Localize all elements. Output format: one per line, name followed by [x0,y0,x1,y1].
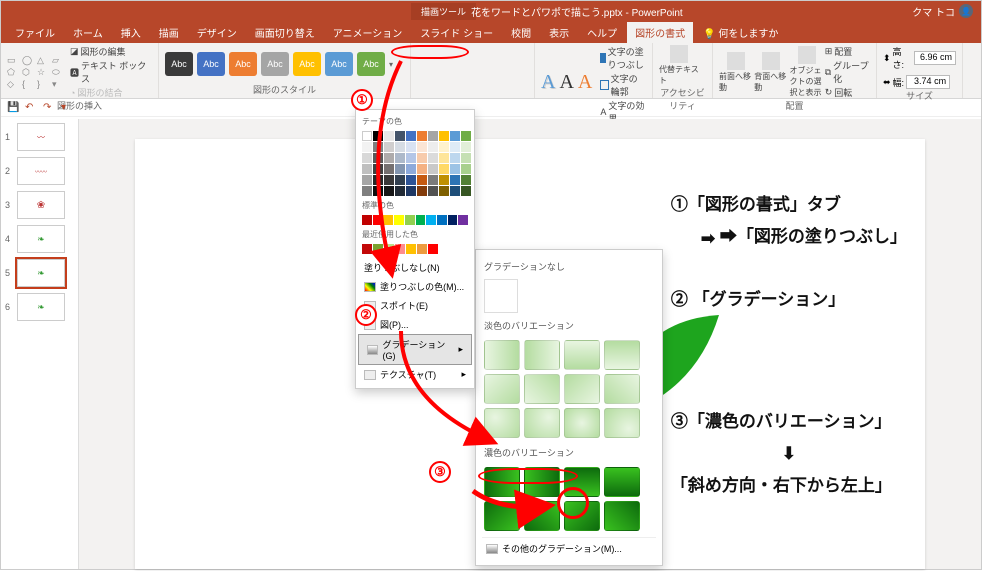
annotation-number-1: ① [351,89,373,111]
annot-line: ➡「図形の塗りつぶし」 [720,227,907,246]
annot-line: 「斜め方向・右下から左上」 [671,470,907,502]
annot-line: ② 「グラデーション」 [671,284,907,316]
annotation-text: ①「図形の書式」タブ ➡ ➡「図形の塗りつぶし」 ② 「グラデーション」 ③「濃… [671,189,907,503]
annot-arrow-down: ⬇ [671,438,907,470]
annotation-number-3: ③ [429,461,451,483]
annot-line: ①「図形の書式」タブ [671,189,907,221]
annot-line: ③「濃色のバリエーション」 [671,406,907,438]
annotation-number-2: ② [355,304,377,326]
